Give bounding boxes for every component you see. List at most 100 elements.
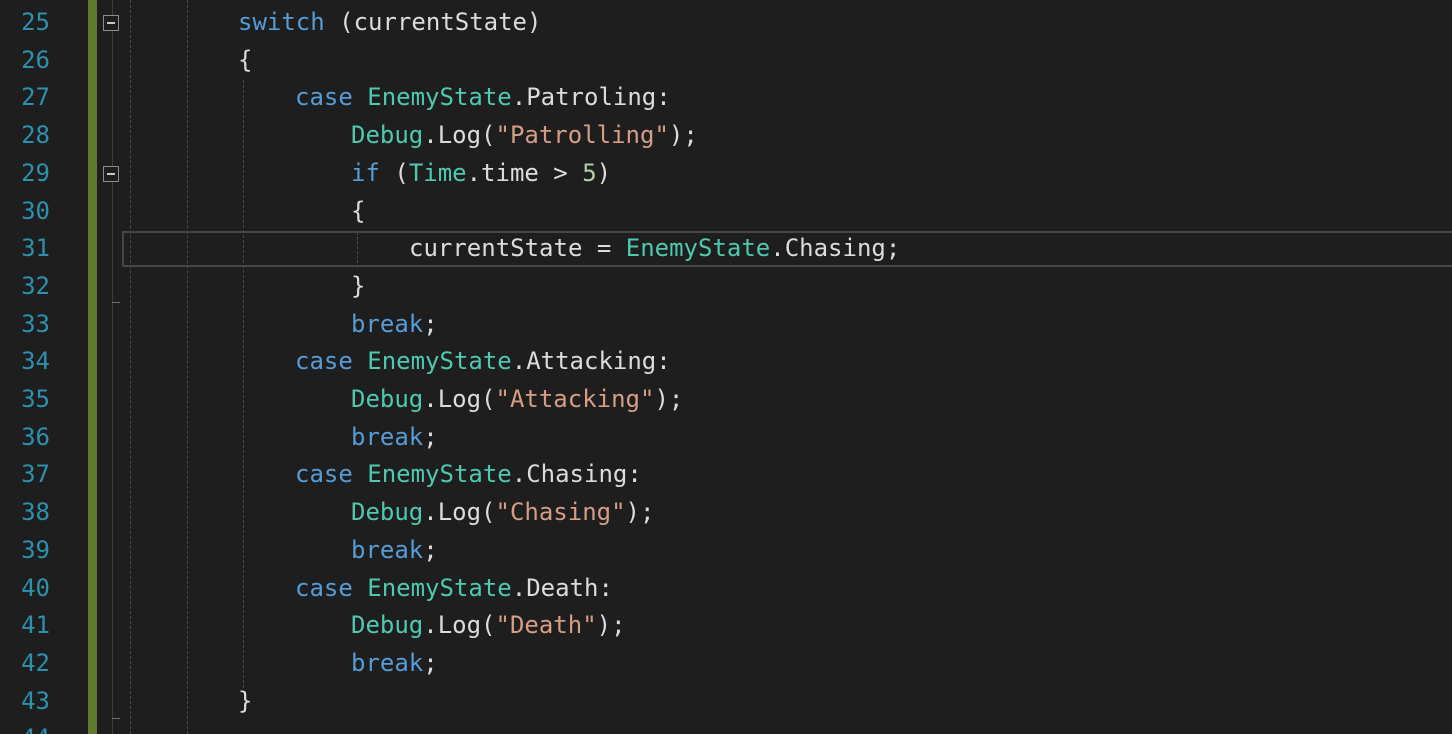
code-token: )	[596, 159, 612, 187]
code-line[interactable]: }	[351, 267, 365, 305]
line-number: 34	[21, 347, 50, 375]
line-number: 41	[21, 611, 50, 639]
fold-end-tick	[112, 718, 120, 719]
code-token: ;	[423, 310, 438, 338]
code-token: {	[238, 46, 253, 74]
code-token: .Patroling:	[511, 83, 671, 111]
line-number: 38	[21, 498, 50, 526]
code-line[interactable]: break;	[351, 531, 438, 569]
type-token: Debug	[351, 611, 424, 639]
code-token: currentState =	[409, 234, 626, 262]
code-token: );	[625, 498, 655, 526]
fold-end-tick	[112, 302, 120, 303]
line-number: 43	[21, 687, 50, 715]
code-line[interactable]: break;	[351, 305, 438, 343]
code-line[interactable]: case EnemyState.Attacking:	[295, 342, 671, 380]
indent-guide	[187, 0, 188, 734]
line-number: 39	[21, 536, 50, 564]
code-line[interactable]: {	[238, 41, 252, 79]
line-number: 28	[21, 121, 50, 149]
code-token: );	[668, 121, 698, 149]
code-token: .Log(	[423, 498, 496, 526]
code-token: .Log(	[423, 385, 496, 413]
code-token: }	[238, 687, 253, 715]
code-token: ;	[423, 423, 438, 451]
line-number: 30	[21, 197, 50, 225]
line-number: 42	[21, 649, 50, 677]
code-line[interactable]: currentState = EnemyState.Chasing;	[409, 229, 900, 267]
code-token: ;	[423, 649, 438, 677]
code-token: }	[351, 272, 366, 300]
code-line[interactable]: break;	[351, 644, 438, 682]
code-token: {	[351, 197, 366, 225]
code-token: );	[596, 611, 626, 639]
line-number: 25	[21, 8, 50, 36]
code-token: (currentState)	[324, 8, 542, 36]
code-line[interactable]: Debug.Log("Death");	[351, 606, 626, 644]
keyword-token: break	[351, 536, 424, 564]
collapse-icon[interactable]	[103, 15, 119, 31]
line-number: 32	[21, 272, 50, 300]
keyword-token: case	[295, 460, 353, 488]
collapse-icon[interactable]	[103, 166, 119, 182]
code-token: (	[379, 159, 409, 187]
keyword-token: case	[295, 347, 353, 375]
code-line[interactable]: case EnemyState.Chasing:	[295, 455, 642, 493]
line-number: 33	[21, 310, 50, 338]
code-token: .Death:	[511, 574, 613, 602]
code-line[interactable]: Debug.Log("Patrolling");	[351, 116, 698, 154]
code-token: );	[654, 385, 684, 413]
indent-guide	[130, 0, 131, 734]
type-token: Debug	[351, 498, 424, 526]
line-number: 27	[21, 83, 50, 111]
code-line[interactable]: }	[238, 682, 252, 720]
code-line[interactable]: case EnemyState.Death:	[295, 569, 613, 607]
line-number: 44	[14, 719, 50, 734]
code-editor[interactable]: 25 26 27 28 29 30 31 32 33 34 35 36 37 38 39 40 41 42 43 44…	[0, 0, 1452, 734]
line-number: 36	[21, 423, 50, 451]
code-token: .time >	[466, 159, 583, 187]
line-number: 31	[21, 234, 50, 262]
code-line[interactable]: if (Time.time > 5)	[351, 154, 611, 192]
code-token: ;	[423, 536, 438, 564]
code-line[interactable]: Debug.Log("Chasing");	[351, 493, 654, 531]
type-token: Debug	[351, 121, 424, 149]
code-token: .Attacking:	[511, 347, 671, 375]
code-line[interactable]: case EnemyState.Patroling:	[295, 78, 671, 116]
change-tracking-bar	[88, 0, 97, 734]
type-token: EnemyState	[367, 574, 512, 602]
code-line[interactable]: break;	[351, 418, 438, 456]
code-token: .Chasing;	[770, 234, 901, 262]
code-line[interactable]: switch (currentState)	[238, 3, 541, 41]
type-token: EnemyState	[625, 234, 771, 262]
line-number: 35	[21, 385, 50, 413]
number-token: 5	[582, 159, 597, 187]
type-token: Time	[408, 159, 467, 187]
type-token: EnemyState	[367, 83, 512, 111]
string-token: "Chasing"	[495, 498, 626, 526]
string-token: "Death"	[495, 611, 597, 639]
line-number: 37	[21, 460, 50, 488]
keyword-token: case	[295, 83, 353, 111]
code-token: .Log(	[423, 121, 496, 149]
code-line[interactable]: Debug.Log("Attacking");	[351, 380, 683, 418]
code-token: .Chasing:	[511, 460, 642, 488]
keyword-token: case	[295, 574, 353, 602]
string-token: "Attacking"	[495, 385, 655, 413]
type-token: Debug	[351, 385, 424, 413]
code-line[interactable]: {	[351, 192, 365, 230]
keyword-token: switch	[238, 8, 325, 36]
line-number: 40	[21, 574, 50, 602]
string-token: "Patrolling"	[495, 121, 669, 149]
line-number: 26	[21, 46, 50, 74]
type-token: EnemyState	[367, 347, 512, 375]
indent-guide	[243, 80, 244, 688]
keyword-token: break	[351, 310, 424, 338]
keyword-token: if	[351, 159, 380, 187]
type-token: EnemyState	[367, 460, 512, 488]
line-number-gutter: 25 26 27 28 29 30 31 32 33 34 35 36 37 38 39 40 41 42 43 44	[0, 0, 80, 734]
